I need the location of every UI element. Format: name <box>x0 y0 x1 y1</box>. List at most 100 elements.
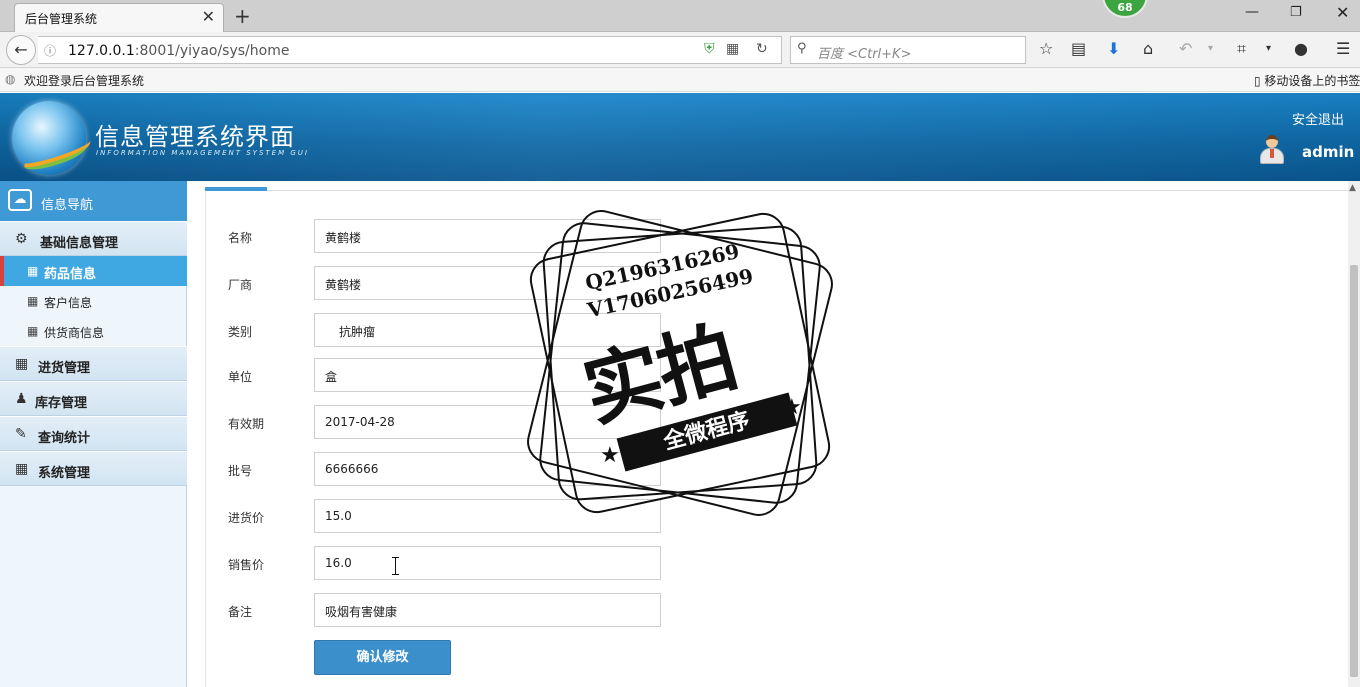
bookmark-welcome[interactable]: 欢迎登录后台管理系统 <box>24 72 144 89</box>
field-label-remark: 备注 <box>228 605 253 619</box>
sidebar-group-query-stats[interactable]: ✎ 查询统计 <box>0 416 187 451</box>
page-scrollbar[interactable]: ▲ <box>1348 181 1360 687</box>
category-value: 抗肿瘤 <box>339 325 376 339</box>
field-label-batch: 批号 <box>228 464 253 478</box>
name-value: 黄鹤楼 <box>325 231 362 245</box>
unit-input[interactable]: 盒 <box>314 358 661 392</box>
content-left-border <box>205 191 206 687</box>
logout-link[interactable]: 安全退出 <box>1292 109 1344 128</box>
name-input[interactable]: 黄鹤楼 <box>314 219 661 253</box>
table-icon: ▦ <box>27 294 39 308</box>
users-icon: ♟ <box>15 391 28 407</box>
table-icon: ▦ <box>27 324 39 338</box>
manufacturer-value: 黄鹤楼 <box>325 278 362 292</box>
sidebar-group-basic-info[interactable]: ⚙ 基础信息管理 <box>0 221 187 256</box>
sidebar-item-label: 药品信息 <box>44 267 97 282</box>
sidebar-item-label: 供货商信息 <box>44 326 105 340</box>
content-top-border <box>205 190 1348 191</box>
menu-icon[interactable]: ☰ <box>1336 39 1350 58</box>
minimize-icon[interactable]: — <box>1245 4 1259 20</box>
sidebar-group-label: 查询统计 <box>38 431 91 446</box>
field-label-sale-price: 销售价 <box>228 558 265 572</box>
url-bar[interactable]: ⓘ 127.0.0.1:8001/yiyao/sys/home ⛨ ▦ ↻ <box>38 36 782 64</box>
sidebar-group-system[interactable]: ▦ 系统管理 <box>0 451 187 486</box>
reload-icon[interactable]: ↻ <box>756 41 768 57</box>
sidebar-item-customer-info[interactable]: ▦ 客户信息 <box>0 286 187 316</box>
edit-icon: ✎ <box>15 426 27 442</box>
scroll-up-icon[interactable]: ▲ <box>1349 183 1356 193</box>
globe-icon: ◍ <box>5 72 16 86</box>
bookmarks-bar: ◍ 欢迎登录后台管理系统 ▯ 移动设备上的书签 <box>0 68 1360 92</box>
sidebar-item-supplier-info[interactable]: ▦ 供货商信息 <box>0 316 187 346</box>
field-label-unit: 单位 <box>228 370 253 384</box>
username: admin <box>1302 143 1355 161</box>
purchase-price-input[interactable]: 15.0 <box>314 499 661 533</box>
sidebar-group-inventory[interactable]: ♟ 库存管理 <box>0 381 187 416</box>
sale-price-value: 16.0 <box>325 556 352 570</box>
category-select[interactable]: 抗肿瘤 <box>314 313 661 347</box>
gears-icon: ⚙ <box>15 231 28 247</box>
browser-navbar: ← ⓘ 127.0.0.1:8001/yiyao/sys/home ⛨ ▦ ↻ … <box>0 32 1360 68</box>
sidebar-group-label: 基础信息管理 <box>40 236 119 251</box>
restore-icon[interactable]: ❐ <box>1290 5 1302 20</box>
field-label-name: 名称 <box>228 231 253 245</box>
remark-input[interactable]: 吸烟有害健康 <box>314 593 661 627</box>
chat-icon[interactable]: ● <box>1294 39 1308 58</box>
sidebar-group-label: 系统管理 <box>38 466 91 481</box>
field-label-expiry: 有效期 <box>228 417 265 431</box>
tab-title: 后台管理系统 <box>25 12 98 26</box>
app-header: 信息管理系统界面 INFORMATION MANAGEMENT SYSTEM G… <box>0 93 1360 181</box>
shield-icon[interactable]: ⛨ <box>704 41 715 57</box>
reader-list-icon[interactable]: ▤ <box>1071 39 1086 58</box>
expiry-date-input[interactable]: 2017-04-28 <box>314 405 661 439</box>
bookmark-star-icon[interactable]: ☆ <box>1039 39 1053 58</box>
sidebar: ☁ 信息导航 ⚙ 基础信息管理 ▦ 药品信息 ▦ 客户信息 ▦ 供货商信息 ▦ … <box>0 181 187 687</box>
scroll-thumb[interactable] <box>1350 265 1358 677</box>
main-content: 名称 黄鹤楼 厂商 黄鹤楼 类别 抗肿瘤 单位 盒 有效期 2017-04-28… <box>187 181 1348 687</box>
system-title: 信息管理系统界面 <box>95 123 295 151</box>
sidebar-nav-header: ☁ 信息导航 <box>0 181 187 221</box>
text-cursor-icon <box>392 557 400 575</box>
search-bar[interactable]: ⚲ 百度 <Ctrl+K> <box>790 36 1026 64</box>
field-label-purchase-price: 进货价 <box>228 511 265 525</box>
calendar-icon: ▦ <box>15 461 29 477</box>
sidebar-group-label: 库存管理 <box>35 396 88 411</box>
undo-dropdown-icon[interactable]: ▾ <box>1208 43 1213 54</box>
qr-code-icon[interactable]: ▦ <box>726 41 739 57</box>
confirm-edit-button[interactable]: 确认修改 <box>314 640 451 675</box>
back-arrow-icon[interactable]: ← <box>6 35 36 65</box>
sidebar-nav-title: 信息导航 <box>41 198 94 213</box>
undo-icon[interactable]: ↶ <box>1179 39 1192 58</box>
browser-tab[interactable]: 后台管理系统 ✕ <box>14 3 224 32</box>
content-tab-indicator <box>205 187 267 191</box>
tab-close-icon[interactable]: ✕ <box>202 7 215 26</box>
system-subtitle: INFORMATION MANAGEMENT SYSTEM GUI <box>96 149 309 157</box>
bookmark-mobile[interactable]: ▯ 移动设备上的书签 <box>1254 72 1360 89</box>
batch-number-input[interactable]: 6666666 <box>314 452 661 486</box>
crop-dropdown-icon[interactable]: ▾ <box>1266 43 1271 54</box>
home-icon[interactable]: ⌂ <box>1143 39 1153 58</box>
unit-value: 盒 <box>325 370 338 384</box>
download-icon[interactable]: ⬇ <box>1107 39 1120 58</box>
crop-icon[interactable]: ⌗ <box>1237 39 1246 59</box>
field-label-category: 类别 <box>228 325 253 339</box>
info-icon[interactable]: ⓘ <box>44 42 56 59</box>
manufacturer-input[interactable]: 黄鹤楼 <box>314 266 661 300</box>
field-label-manufacturer: 厂商 <box>228 278 253 292</box>
purchase-price-value: 15.0 <box>325 509 352 523</box>
browser-tab-bar: 后台管理系统 ✕ + 68 — ❐ ✕ <box>0 0 1360 32</box>
search-icon: ⚲ <box>797 41 807 56</box>
table-icon: ▦ <box>27 264 39 278</box>
cloud-icon: ☁ <box>8 189 32 211</box>
sidebar-item-drug-info[interactable]: ▦ 药品信息 <box>0 256 187 286</box>
sidebar-group-label: 进货管理 <box>38 361 91 376</box>
sidebar-item-label: 客户信息 <box>44 296 93 310</box>
notification-badge[interactable]: 68 <box>1102 0 1148 18</box>
url-text: 127.0.0.1:8001/yiyao/sys/home <box>68 43 290 59</box>
sidebar-group-purchase[interactable]: ▦ 进货管理 <box>0 346 187 381</box>
batch-value: 6666666 <box>325 462 379 476</box>
calendar-icon: ▦ <box>15 356 29 372</box>
sale-price-input[interactable]: 16.0 <box>314 546 661 580</box>
window-close-icon[interactable]: ✕ <box>1336 3 1349 22</box>
new-tab-icon[interactable]: + <box>234 4 251 28</box>
